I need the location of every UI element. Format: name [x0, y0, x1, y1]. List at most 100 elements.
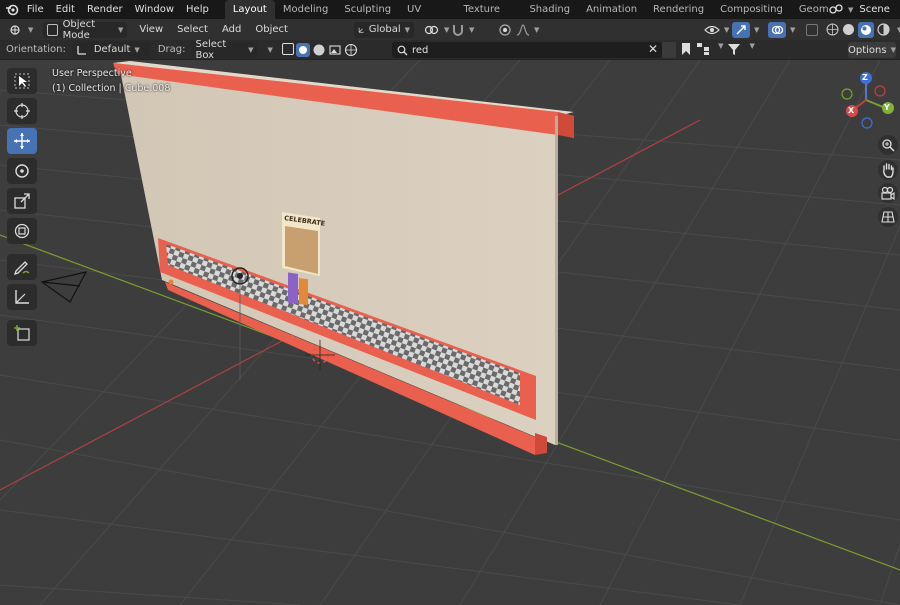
gizmo-z-label: Z: [862, 73, 868, 82]
menu-render[interactable]: Render: [81, 0, 129, 19]
clear-search-icon[interactable]: ✕: [648, 42, 658, 58]
crosshair-icon: [14, 103, 30, 119]
menu-window[interactable]: Window: [129, 0, 180, 19]
filter-funnel-icon[interactable]: [727, 42, 741, 56]
scale-icon: [14, 193, 30, 209]
world-filter-icon[interactable]: [344, 43, 358, 57]
mode-dropdown[interactable]: Object Mode ▼: [43, 18, 128, 41]
gizmo-toggle-button[interactable]: ▼: [728, 21, 763, 38]
object-filter-icon[interactable]: [282, 43, 294, 55]
drag-dropdown[interactable]: Select Box ▼: [191, 39, 258, 61]
material-shading-icon[interactable]: [858, 21, 874, 38]
gizmo-x-label: X: [848, 106, 855, 115]
solid-shading-icon[interactable]: [842, 23, 855, 36]
material-filter-icon[interactable]: [312, 43, 326, 57]
tab-uv-editing[interactable]: UV Editing: [399, 0, 455, 34]
blender-logo-icon[interactable]: [4, 0, 21, 19]
tab-sculpting[interactable]: Sculpting: [336, 0, 399, 19]
cursor-tool[interactable]: [7, 98, 37, 124]
wireframe-shading-icon[interactable]: [826, 23, 839, 36]
proportional-icon: [499, 23, 511, 36]
tab-animation[interactable]: Animation: [578, 0, 645, 19]
add-cube-tool[interactable]: [7, 320, 37, 346]
camera-object[interactable]: [40, 271, 88, 303]
camera-view-button[interactable]: [878, 183, 898, 203]
pencil-icon: [13, 261, 30, 276]
proportional-edit-button[interactable]: ▼: [494, 22, 543, 38]
menu-object[interactable]: Object: [251, 22, 292, 38]
tab-compositing[interactable]: Compositing: [712, 0, 791, 19]
search-input[interactable]: [412, 44, 642, 56]
scene-name: Scene: [859, 4, 890, 15]
xray-icon: [806, 23, 818, 36]
scene-selector[interactable]: ▼ Scene: [828, 0, 900, 19]
active-object-label: (1) Collection | Cube.008: [52, 83, 171, 94]
menu-add[interactable]: Add: [218, 22, 245, 38]
menu-edit[interactable]: Edit: [50, 0, 81, 19]
transform-orientation-dropdown[interactable]: Global ▼: [354, 21, 414, 38]
bookmark-icon[interactable]: [680, 42, 692, 56]
view-perspective-label: User Perspective: [52, 68, 132, 79]
menu-view[interactable]: View: [135, 22, 167, 38]
mesh-filter-icon[interactable]: [296, 43, 310, 57]
orientation-label: Global: [368, 24, 401, 35]
annotate-tool[interactable]: [7, 254, 37, 280]
transform-tool[interactable]: [7, 218, 37, 244]
cursor-arrow-icon: [14, 73, 30, 89]
chevron-down-icon: ▼: [118, 25, 124, 34]
gizmo-icon: [732, 21, 750, 38]
chevron-down-icon: ▼: [248, 45, 254, 54]
chevron-down-icon: ▼: [848, 5, 854, 14]
rotate-icon: [15, 164, 29, 178]
options-button[interactable]: Options ▼: [848, 42, 896, 58]
tab-rendering[interactable]: Rendering: [645, 0, 712, 19]
chevron-down-icon: ▼: [469, 25, 475, 34]
menu-help[interactable]: Help: [180, 0, 215, 19]
perspective-toggle-button[interactable]: [878, 207, 898, 227]
tool-settings-bar: Orientation: Default ▼ Drag: Select Box …: [0, 39, 900, 61]
search-box[interactable]: [392, 42, 662, 58]
overlays-icon: [768, 21, 786, 38]
menu-file[interactable]: File: [21, 0, 50, 19]
hierarchy-icon[interactable]: [696, 42, 710, 56]
move-tool[interactable]: [7, 128, 37, 154]
measure-tool[interactable]: [7, 284, 37, 310]
move-icon: [14, 133, 30, 149]
shading-modes: ▼: [822, 21, 900, 38]
rendered-shading-icon[interactable]: [877, 23, 890, 36]
image-filter-icon[interactable]: [328, 43, 342, 57]
viewport-scene: CELEBRATE: [0, 60, 900, 605]
add-cube-icon: [14, 325, 30, 341]
wall-right-edge: [555, 116, 558, 445]
collapse-icon[interactable]: [662, 42, 677, 58]
chevron-down-icon[interactable]: ▼: [267, 46, 272, 54]
tab-texture-paint[interactable]: Texture Paint: [455, 0, 521, 34]
scale-tool[interactable]: [7, 188, 37, 214]
pivot-icon: [424, 25, 439, 34]
chevron-down-icon: ▼: [404, 25, 410, 34]
editor-type-button[interactable]: ▼: [4, 22, 37, 38]
orientation-dropdown[interactable]: Default ▼: [71, 41, 150, 58]
falloff-icon: [516, 23, 530, 36]
chevron-down-icon[interactable]: ▼: [718, 42, 723, 58]
tab-shading[interactable]: Shading: [521, 0, 578, 19]
snap-button[interactable]: ▼: [447, 22, 478, 38]
transform-icon: [14, 223, 30, 239]
xray-button[interactable]: [802, 22, 822, 38]
ruler-icon: [15, 290, 29, 304]
zoom-button[interactable]: [878, 135, 898, 155]
rotate-tool[interactable]: [7, 158, 37, 184]
poster-art: [285, 226, 318, 274]
workspace-tabs: Layout Modeling Sculpting UV Editing Tex…: [224, 0, 900, 34]
grid-perspective-icon: [881, 211, 895, 223]
pan-button[interactable]: [878, 160, 898, 180]
camera-icon: [881, 186, 895, 200]
3d-viewport[interactable]: CELEBRATE Z Y X: [0, 60, 900, 605]
mode-label: Object Mode: [62, 18, 96, 41]
menu-select[interactable]: Select: [173, 22, 212, 38]
overlays-button[interactable]: ▼: [764, 21, 799, 38]
chevron-down-icon[interactable]: ▼: [749, 42, 754, 58]
tab-layout[interactable]: Layout: [224, 0, 275, 19]
tab-modeling[interactable]: Modeling: [275, 0, 337, 19]
select-box-tool[interactable]: [7, 68, 37, 94]
